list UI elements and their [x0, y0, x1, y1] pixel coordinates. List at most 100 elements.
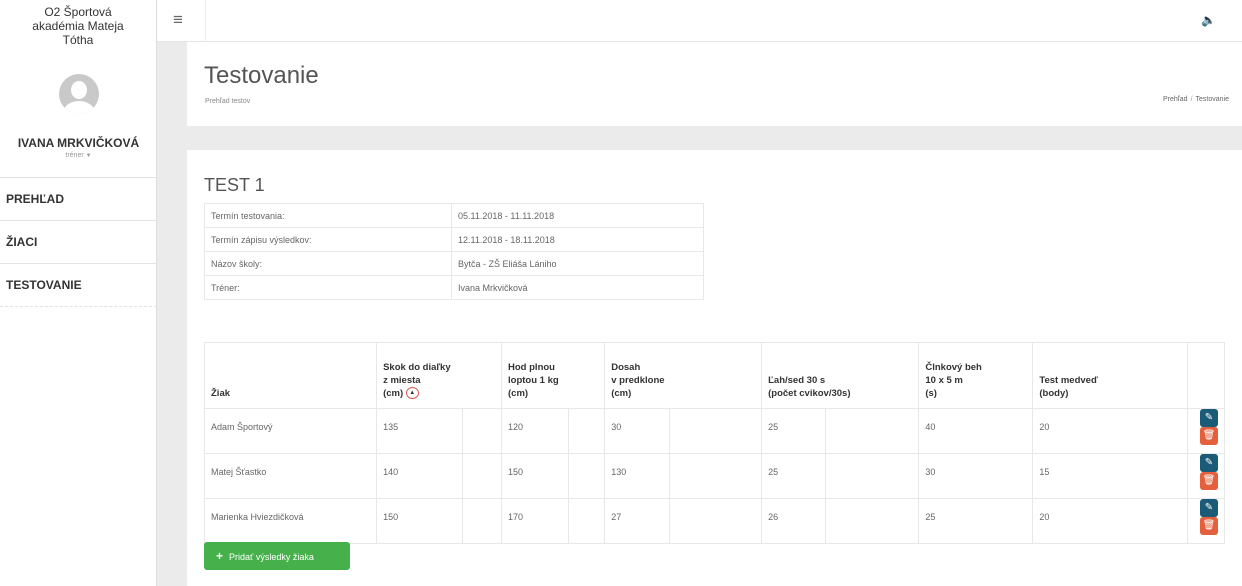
cell-spacer	[567, 498, 606, 544]
info-value: 05.11.2018 - 11.11.2018	[451, 203, 704, 228]
table-row: Adam Športový 135 120 30 25 40 20 ✎🗑	[203, 408, 1225, 454]
sidebar-item-label: ŽIACI	[6, 235, 38, 249]
cell-value: 30	[918, 453, 1034, 499]
column-header-dosah[interactable]: Dosah v predklone (cm)	[604, 342, 763, 409]
page-subtitle: Prehľad testov	[205, 98, 251, 105]
cell-spacer	[461, 498, 503, 544]
delete-button[interactable]: 🗑	[1200, 427, 1218, 445]
column-header-skok[interactable]: Skok do diaľky z miesta (cm) ▲	[376, 342, 503, 409]
table-row: Marienka Hviezdičková 150 170 27 26 25 2…	[203, 498, 1225, 544]
column-header-ziak[interactable]: Žiak	[203, 342, 378, 409]
edit-button[interactable]: ✎	[1200, 409, 1218, 427]
page-header: Testovanie Prehľad testov Prehľad / Testov…	[187, 42, 1242, 126]
info-value: Ivana Mrkvičková	[451, 275, 704, 300]
column-header-actions	[1187, 342, 1225, 409]
add-results-label: Pridať výsledky žiaka	[229, 552, 314, 562]
school-name-line-1: O2 Športová	[44, 5, 112, 19]
sidebar-item-ziaci[interactable]: ŽIACI	[0, 220, 157, 263]
school-name-line-3: Tótha	[62, 33, 94, 47]
info-label: Názov školy:	[204, 251, 452, 276]
cell-value: 150	[501, 453, 569, 499]
cell-value: 26	[761, 498, 827, 544]
cell-value: 150	[376, 498, 463, 544]
cell-value: 135	[376, 408, 463, 454]
menu-icon[interactable]: ≡	[173, 11, 183, 28]
cell-value: 120	[501, 408, 569, 454]
avatar	[59, 74, 99, 114]
school-name: O2 Športová akadémia Mateja Tótha	[0, 0, 156, 74]
breadcrumb-prehlad[interactable]: Prehľad	[1163, 96, 1188, 103]
cell-value: 40	[918, 408, 1034, 454]
cell-actions: ✎🗑	[1187, 408, 1225, 454]
user-role-dropdown[interactable]: tréner ▼	[0, 152, 157, 159]
cell-actions: ✎🗑	[1187, 498, 1225, 544]
cell-spacer	[825, 453, 920, 499]
breadcrumb-separator: /	[1190, 96, 1193, 103]
edit-button[interactable]: ✎	[1200, 454, 1218, 472]
column-header-clnkovy-beh[interactable]: Člnkový beh 10 x 5 m (s)	[918, 342, 1034, 409]
cell-value: 130	[604, 453, 671, 499]
delete-button[interactable]: 🗑	[1200, 517, 1218, 535]
topbar-divider	[205, 0, 206, 42]
sidebar: O2 Športová akadémia Mateja Tótha IVANA …	[0, 0, 157, 586]
cell-value: 27	[604, 498, 671, 544]
test-card: TEST 1 Termín testovania: 05.11.2018 - 1…	[187, 150, 1242, 586]
info-row: Tréner: Ivana Mrkvičková	[204, 275, 704, 300]
cell-spacer	[669, 408, 763, 454]
sort-asc-icon[interactable]: ▲	[405, 387, 419, 400]
cell-value: 20	[1032, 498, 1188, 544]
sidebar-item-prehlad[interactable]: PREHĽAD	[0, 177, 157, 220]
test-info-table: Termín testovania: 05.11.2018 - 11.11.20…	[204, 203, 704, 300]
table-header-row: Žiak Skok do diaľky z miesta (cm) ▲ Hod …	[203, 342, 1225, 409]
cell-spacer	[567, 453, 606, 499]
speaker-icon[interactable]: 🔈	[1201, 13, 1216, 27]
column-header-hod[interactable]: Hod plnou loptou 1 kg (cm)	[501, 342, 606, 409]
sidebar-item-testovanie[interactable]: TESTOVANIE	[0, 263, 157, 306]
sidebar-item-label: TESTOVANIE	[6, 278, 82, 292]
cell-spacer	[669, 498, 763, 544]
cell-value: 140	[376, 453, 463, 499]
caret-down-icon: ▼	[85, 153, 92, 159]
sidebar-item-label: PREHĽAD	[6, 192, 65, 206]
cell-actions: ✎🗑	[1187, 453, 1225, 499]
school-name-line-2: akadémia Mateja	[32, 19, 124, 33]
cell-value: 20	[1032, 408, 1188, 454]
add-results-button[interactable]: + Pridať výsledky žiaka	[204, 542, 350, 570]
info-row: Termín zápisu výsledkov: 12.11.2018 - 18…	[204, 227, 704, 252]
trash-icon: 🗑	[1202, 475, 1216, 486]
user-name: IVANA MRKVIČKOVÁ	[17, 136, 140, 150]
test-title: TEST 1	[204, 175, 265, 195]
edit-icon: ✎	[1204, 502, 1214, 513]
cell-spacer	[825, 498, 920, 544]
breadcrumb: Prehľad / Testovanie	[1163, 96, 1229, 103]
trash-icon: 🗑	[1202, 430, 1216, 441]
column-header-test-medved[interactable]: Test medveď (body)	[1032, 342, 1188, 409]
edit-icon: ✎	[1204, 412, 1214, 423]
table-row: Matej Šťastko 140 150 130 25 30 15 ✎🗑	[203, 453, 1225, 499]
cell-value: 25	[918, 498, 1034, 544]
plus-icon: +	[216, 549, 224, 563]
cell-value: 170	[501, 498, 569, 544]
cell-value: 30	[604, 408, 671, 454]
cell-spacer	[567, 408, 606, 454]
info-label: Termín zápisu výsledkov:	[204, 227, 452, 252]
info-label: Tréner:	[204, 275, 452, 300]
topbar: ≡ 🔈	[157, 0, 1242, 42]
cell-spacer	[825, 408, 920, 454]
info-label: Termín testovania:	[204, 203, 452, 228]
info-row: Termín testovania: 05.11.2018 - 11.11.20…	[204, 203, 704, 228]
user-role-label: tréner	[65, 152, 84, 159]
page-title: Testovanie	[204, 62, 319, 89]
cell-spacer	[461, 453, 503, 499]
cell-value: 25	[761, 408, 827, 454]
cell-value: 25	[761, 453, 827, 499]
column-header-lah-sed[interactable]: Ľah/sed 30 s (počet cvikov/30s)	[761, 342, 920, 409]
info-value: 12.11.2018 - 18.11.2018	[451, 227, 704, 252]
edit-button[interactable]: ✎	[1200, 499, 1218, 517]
cell-student: Matej Šťastko	[203, 453, 378, 499]
cell-spacer	[461, 408, 503, 454]
cell-student: Marienka Hviezdičková	[203, 498, 378, 544]
cell-spacer	[669, 453, 763, 499]
delete-button[interactable]: 🗑	[1200, 472, 1218, 490]
cell-student: Adam Športový	[203, 408, 378, 454]
